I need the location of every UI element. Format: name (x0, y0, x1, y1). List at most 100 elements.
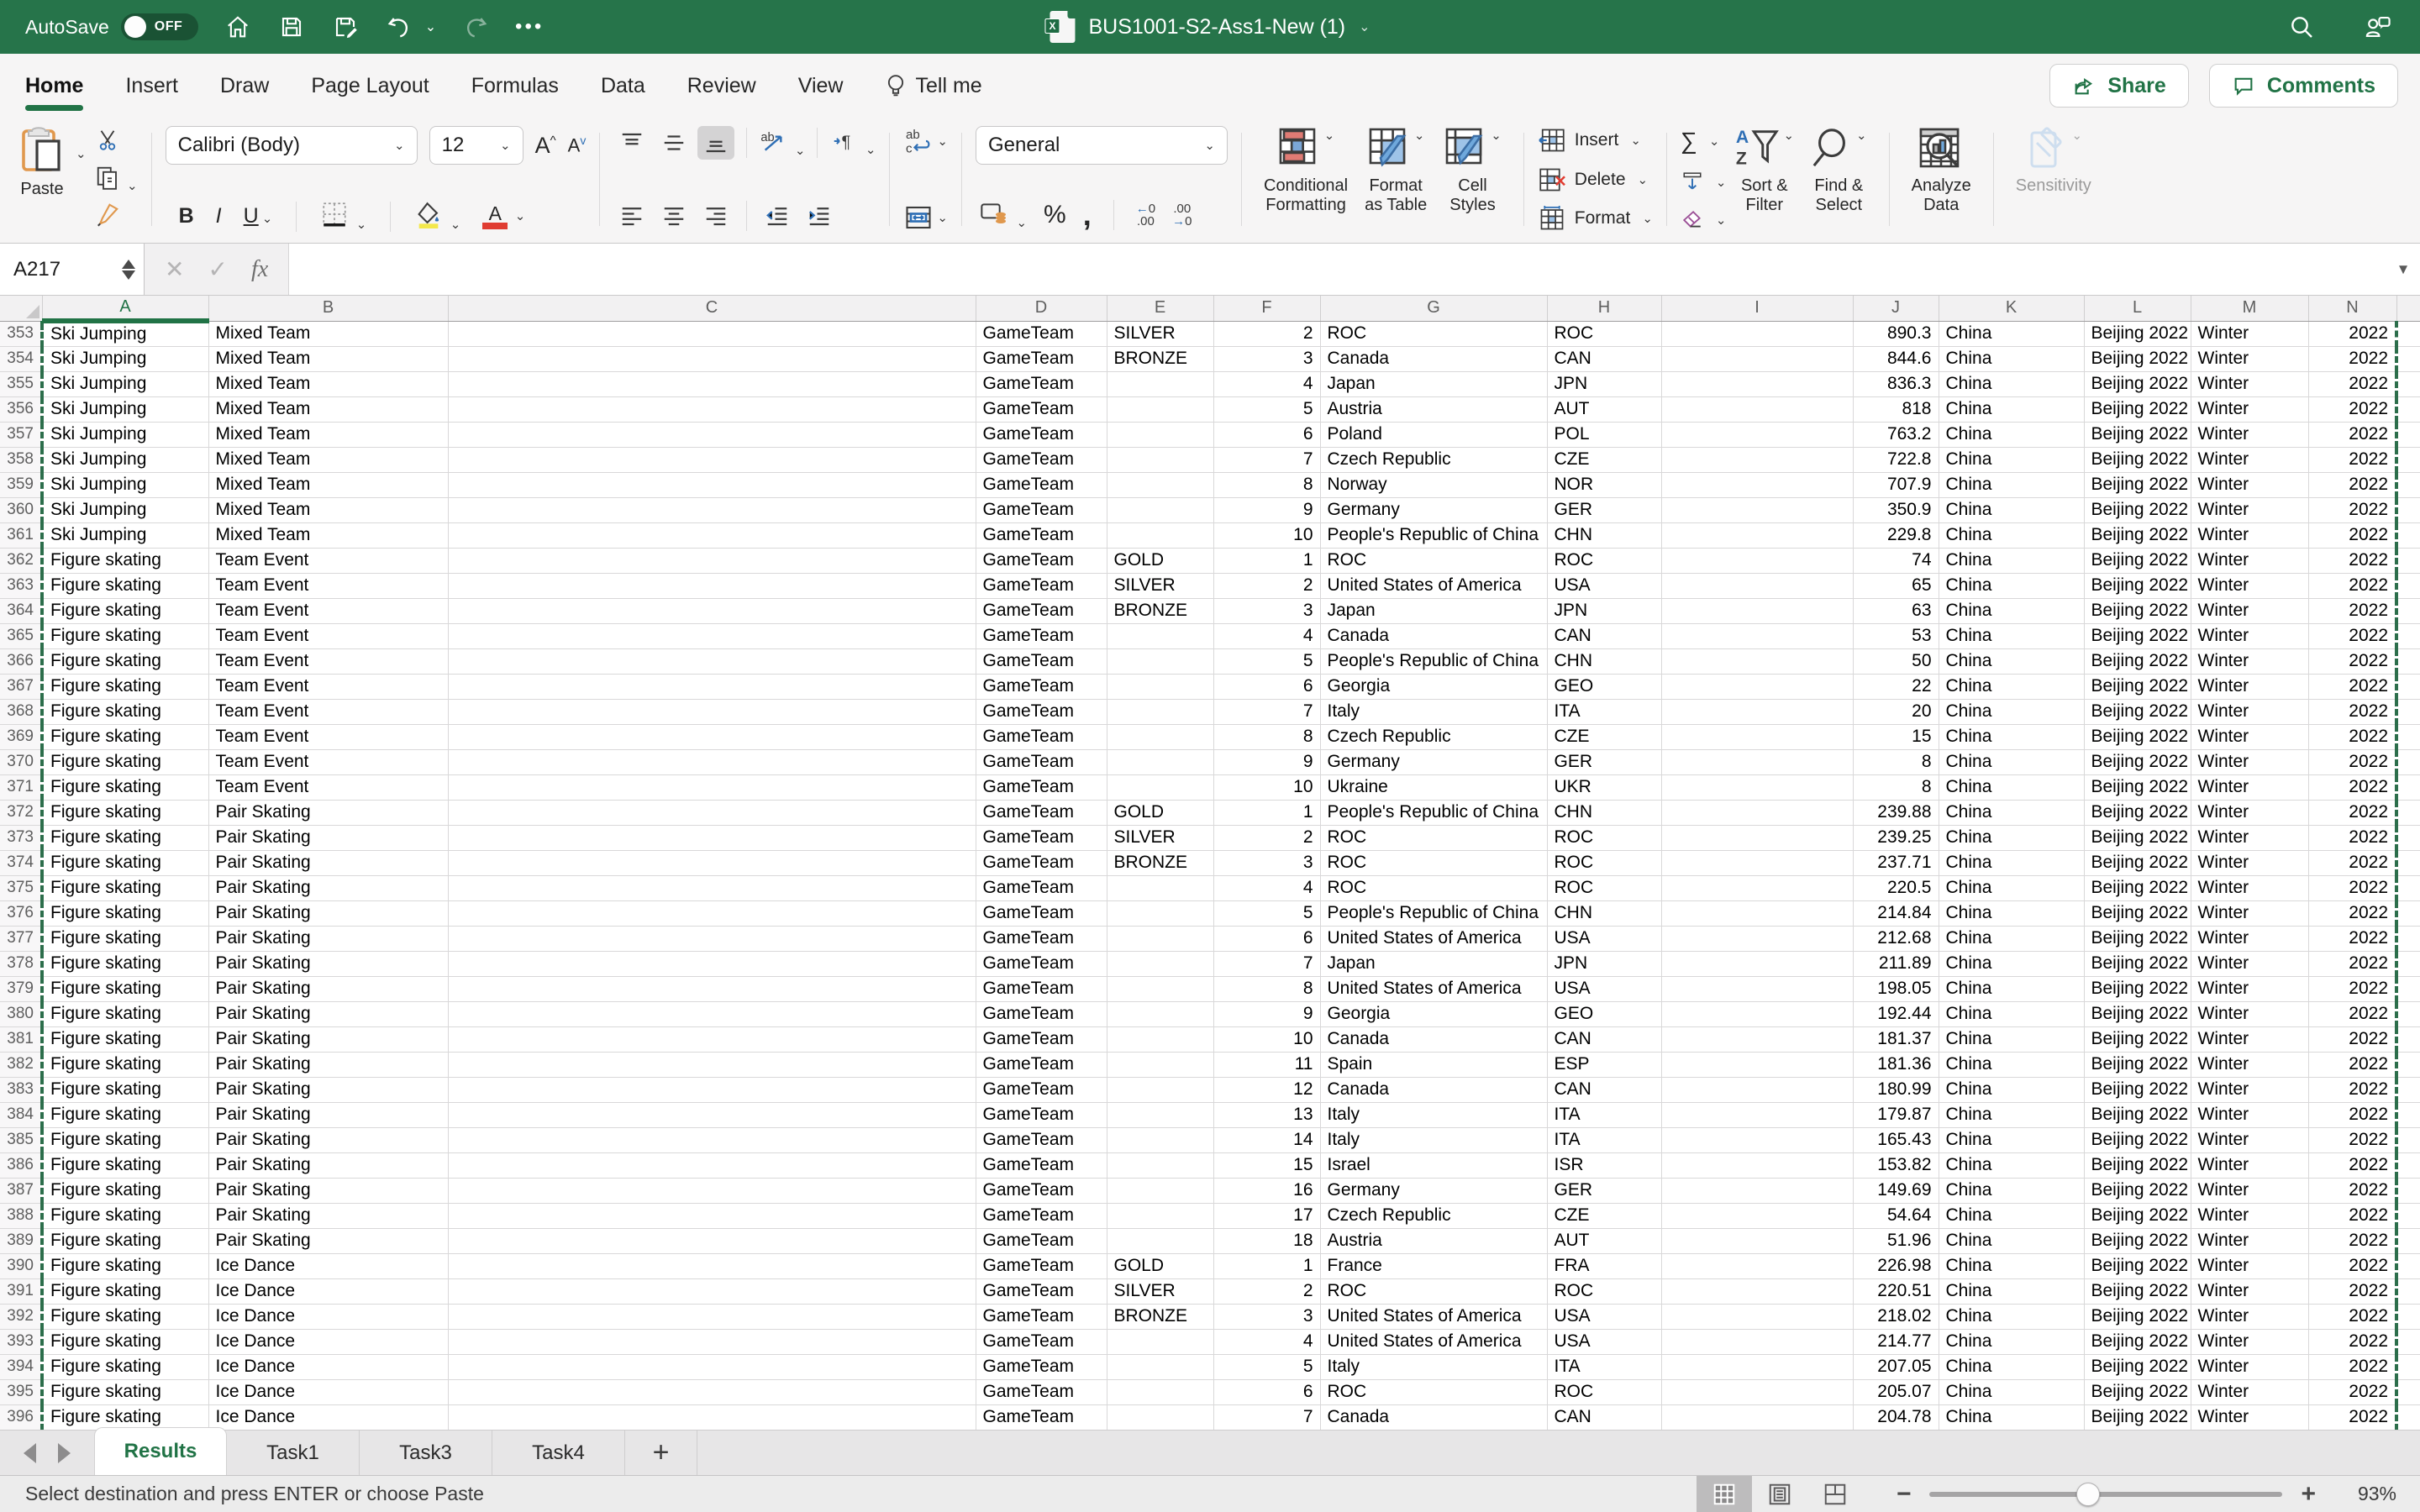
cell-N372[interactable]: 2022 (2308, 800, 2396, 825)
cell-K358[interactable]: China (1939, 447, 2084, 472)
cell-A365[interactable]: Figure skating (42, 623, 208, 648)
cell-C388[interactable] (448, 1203, 976, 1228)
cell-D355[interactable]: GameTeam (976, 371, 1107, 396)
increase-indent-button[interactable] (801, 199, 838, 233)
cell-A372[interactable]: Figure skating (42, 800, 208, 825)
cell-L391[interactable]: Beijing 2022 (2084, 1278, 2191, 1304)
cell-A368[interactable]: Figure skating (42, 699, 208, 724)
column-header-H[interactable]: H (1547, 296, 1661, 321)
cell-J364[interactable]: 63 (1853, 598, 1939, 623)
cell-K376[interactable]: China (1939, 900, 2084, 926)
row-header-365[interactable]: 365 (0, 623, 42, 648)
cell-D354[interactable]: GameTeam (976, 346, 1107, 371)
row-header-373[interactable]: 373 (0, 825, 42, 850)
cell-E367[interactable] (1107, 674, 1213, 699)
cell-B359[interactable]: Mixed Team (208, 472, 448, 497)
cell-F377[interactable]: 6 (1213, 926, 1320, 951)
cell-N388[interactable]: 2022 (2308, 1203, 2396, 1228)
cell-J396[interactable]: 204.78 (1853, 1404, 1939, 1430)
cell-N378[interactable]: 2022 (2308, 951, 2396, 976)
cell-M366[interactable]: Winter (2191, 648, 2308, 674)
cell-A358[interactable]: Ski Jumping (42, 447, 208, 472)
cell-M379[interactable]: Winter (2191, 976, 2308, 1001)
cell-D375[interactable]: GameTeam (976, 875, 1107, 900)
cell-J375[interactable]: 220.5 (1853, 875, 1939, 900)
cell-J374[interactable]: 237.71 (1853, 850, 1939, 875)
cell-G367[interactable]: Georgia (1320, 674, 1547, 699)
cell-L373[interactable]: Beijing 2022 (2084, 825, 2191, 850)
cell-B393[interactable]: Ice Dance (208, 1329, 448, 1354)
cell-D362[interactable]: GameTeam (976, 548, 1107, 573)
cell-B370[interactable]: Team Event (208, 749, 448, 774)
cell-C354[interactable] (448, 346, 976, 371)
cell-C367[interactable] (448, 674, 976, 699)
row-header-381[interactable]: 381 (0, 1026, 42, 1052)
cell-N389[interactable]: 2022 (2308, 1228, 2396, 1253)
zoom-slider-knob[interactable] (2076, 1483, 2100, 1506)
cell-L356[interactable]: Beijing 2022 (2084, 396, 2191, 422)
cell-G361[interactable]: People's Republic of China (1320, 522, 1547, 548)
cell-D394[interactable]: GameTeam (976, 1354, 1107, 1379)
cell-I396[interactable] (1661, 1404, 1853, 1430)
cell-M362[interactable]: Winter (2191, 548, 2308, 573)
cell-N365[interactable]: 2022 (2308, 623, 2396, 648)
cell-E359[interactable] (1107, 472, 1213, 497)
cell-H375[interactable]: ROC (1547, 875, 1661, 900)
cell-E391[interactable]: SILVER (1107, 1278, 1213, 1304)
cell-C368[interactable] (448, 699, 976, 724)
merge-center-chevron-icon[interactable]: ⌄ (937, 210, 948, 225)
cell-G354[interactable]: Canada (1320, 346, 1547, 371)
cell-E392[interactable]: BRONZE (1107, 1304, 1213, 1329)
cell-E377[interactable] (1107, 926, 1213, 951)
cell-H356[interactable]: AUT (1547, 396, 1661, 422)
find-select-button[interactable]: ⌄ Find & Select (1802, 126, 1876, 233)
cell-M385[interactable]: Winter (2191, 1127, 2308, 1152)
cell-K386[interactable]: China (1939, 1152, 2084, 1178)
cell-H381[interactable]: CAN (1547, 1026, 1661, 1052)
cell-G387[interactable]: Germany (1320, 1178, 1547, 1203)
cell-N391[interactable]: 2022 (2308, 1278, 2396, 1304)
cell-A363[interactable]: Figure skating (42, 573, 208, 598)
cell-M391[interactable]: Winter (2191, 1278, 2308, 1304)
cell-K387[interactable]: China (1939, 1178, 2084, 1203)
cell-E369[interactable] (1107, 724, 1213, 749)
row-header-394[interactable]: 394 (0, 1354, 42, 1379)
cell-B355[interactable]: Mixed Team (208, 371, 448, 396)
cell-H388[interactable]: CZE (1547, 1203, 1661, 1228)
cell-E370[interactable] (1107, 749, 1213, 774)
cell-E362[interactable]: GOLD (1107, 548, 1213, 573)
tab-data[interactable]: Data (601, 54, 645, 118)
cell-M360[interactable]: Winter (2191, 497, 2308, 522)
cell-G371[interactable]: Ukraine (1320, 774, 1547, 800)
cell-A354[interactable]: Ski Jumping (42, 346, 208, 371)
cell-C369[interactable] (448, 724, 976, 749)
cell-styles-button[interactable]: ⌄ Cell Styles (1435, 126, 1510, 233)
more-commands-icon[interactable]: ••• (515, 13, 544, 41)
cell-G356[interactable]: Austria (1320, 396, 1547, 422)
text-direction-chevron-icon[interactable]: ⌄ (865, 143, 876, 157)
column-header-C[interactable]: C (448, 296, 976, 321)
cell-M357[interactable]: Winter (2191, 422, 2308, 447)
cell-N368[interactable]: 2022 (2308, 699, 2396, 724)
cell-N394[interactable]: 2022 (2308, 1354, 2396, 1379)
delete-chevron-icon[interactable]: ⌄ (1638, 172, 1649, 187)
cell-M386[interactable]: Winter (2191, 1152, 2308, 1178)
cell-F354[interactable]: 3 (1213, 346, 1320, 371)
cell-N354[interactable]: 2022 (2308, 346, 2396, 371)
cell-M375[interactable]: Winter (2191, 875, 2308, 900)
cell-B380[interactable]: Pair Skating (208, 1001, 448, 1026)
row-header-384[interactable]: 384 (0, 1102, 42, 1127)
cell-H353[interactable]: ROC (1547, 321, 1661, 346)
cell-F394[interactable]: 5 (1213, 1354, 1320, 1379)
cell-J354[interactable]: 844.6 (1853, 346, 1939, 371)
cell-D367[interactable]: GameTeam (976, 674, 1107, 699)
cell-A360[interactable]: Ski Jumping (42, 497, 208, 522)
cell-C364[interactable] (448, 598, 976, 623)
cell-F357[interactable]: 6 (1213, 422, 1320, 447)
cell-F391[interactable]: 2 (1213, 1278, 1320, 1304)
percent-style-button[interactable]: % (1044, 201, 1066, 229)
cell-D363[interactable]: GameTeam (976, 573, 1107, 598)
cell-M367[interactable]: Winter (2191, 674, 2308, 699)
cell-A381[interactable]: Figure skating (42, 1026, 208, 1052)
cell-L368[interactable]: Beijing 2022 (2084, 699, 2191, 724)
